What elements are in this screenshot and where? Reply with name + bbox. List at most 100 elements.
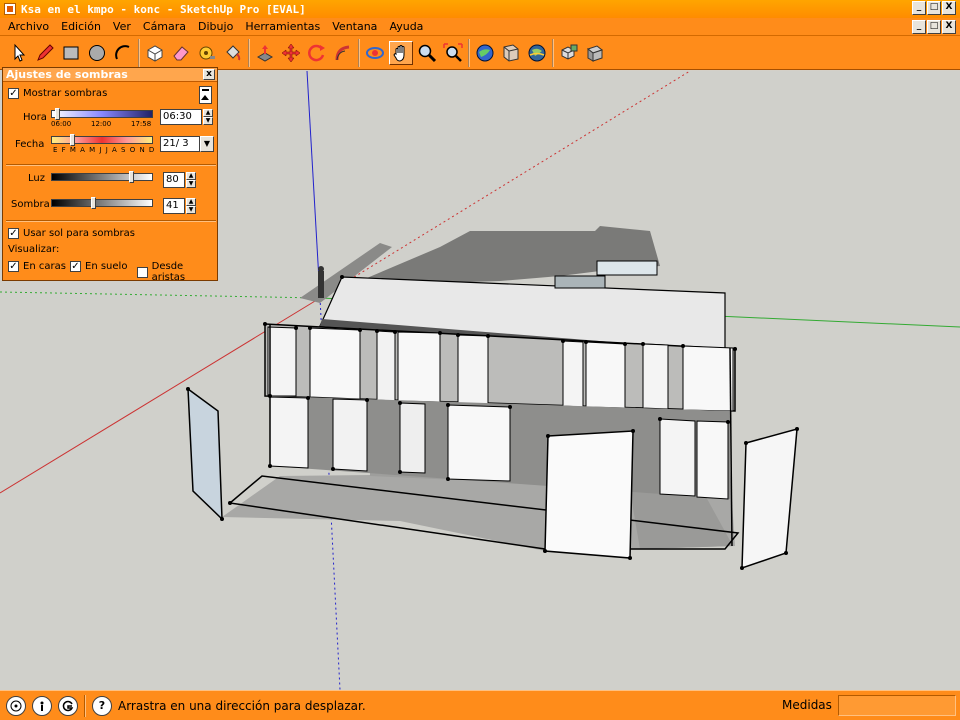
date-input[interactable]: 21/ 3 [160, 136, 200, 152]
zoom-extents-icon[interactable] [441, 41, 465, 65]
time-spinner[interactable]: ▲ ▼ [203, 109, 213, 125]
light-input[interactable]: 80 [163, 172, 185, 188]
time-slider-thumb[interactable] [54, 108, 60, 120]
light-slider-thumb[interactable] [128, 171, 134, 183]
display-label: Visualizar: [8, 244, 60, 255]
date-month-ticks: E F M A M J J A S O N D [53, 146, 156, 154]
select-icon[interactable] [7, 41, 31, 65]
share-model-icon[interactable] [499, 41, 523, 65]
date-label: Fecha [15, 139, 45, 150]
on-ground-checkbox[interactable]: ✓ [70, 261, 81, 272]
on-ground-row: ✓ En suelo [70, 261, 127, 272]
minimize-button[interactable]: _ [912, 1, 926, 15]
measurements-input[interactable] [838, 695, 956, 716]
move-icon[interactable] [279, 41, 303, 65]
statusbar-separator [84, 694, 86, 717]
components-icon[interactable] [557, 41, 581, 65]
menu-ver[interactable]: Ver [107, 20, 137, 33]
use-sun-row: ✓ Usar sol para sombras [8, 228, 135, 239]
dialog-close-button[interactable]: x [203, 69, 215, 80]
eraser-icon[interactable] [169, 41, 193, 65]
push-pull-icon[interactable] [253, 41, 277, 65]
doc-close-button[interactable]: X [942, 20, 956, 34]
get-models-icon[interactable] [473, 41, 497, 65]
circle-icon[interactable] [85, 41, 109, 65]
from-edges-checkbox[interactable] [137, 266, 148, 278]
doc-minimize-button[interactable]: _ [912, 20, 926, 34]
dialog-title: Ajustes de sombras [6, 68, 128, 81]
time-label: Hora [23, 112, 47, 123]
time-slider-track[interactable] [51, 110, 153, 118]
pan-icon[interactable] [389, 40, 413, 65]
google-earth-icon[interactable] [525, 41, 549, 65]
help-icon[interactable]: ? [92, 695, 112, 716]
show-shadows-checkbox[interactable]: ✓ [8, 88, 19, 99]
menu-ventana[interactable]: Ventana [326, 20, 383, 33]
shadow-spinner[interactable]: ▲ ▼ [186, 198, 196, 214]
time-tick-start: 06:00 [51, 120, 72, 128]
on-faces-checkbox[interactable]: ✓ [8, 261, 19, 272]
light-slider-track[interactable] [51, 173, 153, 181]
expand-toggle-button[interactable] [199, 86, 212, 104]
use-sun-checkbox[interactable]: ✓ [8, 228, 19, 239]
doc-restore-button[interactable]: □ [927, 20, 941, 34]
menu-ayuda[interactable]: Ayuda [383, 20, 429, 33]
dialog-title-bar[interactable]: Ajustes de sombras x [3, 68, 217, 82]
time-input-group: 06:30 ▲ ▼ [160, 109, 213, 125]
menu-herramientas[interactable]: Herramientas [239, 20, 326, 33]
pencil-icon[interactable] [33, 41, 57, 65]
orbit-icon[interactable] [363, 41, 387, 65]
sketchup-app-icon [4, 3, 16, 15]
light-label: Luz [28, 173, 45, 184]
on-faces-label: En caras [23, 261, 66, 272]
editing-tools-group [138, 38, 248, 67]
status-bar: ? Arrastra en una dirección para desplaz… [0, 690, 960, 720]
follow-me-icon[interactable] [331, 41, 355, 65]
time-tick-end: 17:58 [131, 120, 152, 128]
date-dropdown-button[interactable]: ▼ [200, 136, 214, 152]
measurements-label: Medidas [782, 698, 832, 712]
shadow-input-group: 41 ▲ ▼ [163, 198, 196, 214]
title-bar: Ksa en el kmpo - konc - SketchUp Pro [EV… [0, 0, 960, 18]
geolocation-icon[interactable] [6, 695, 26, 716]
shadow-input[interactable]: 41 [163, 198, 185, 214]
shadow-slider-thumb[interactable] [90, 197, 96, 209]
from-edges-row: Desde aristas [137, 261, 217, 283]
make-component-icon[interactable] [143, 41, 167, 65]
document-window-controls: _ □ X [912, 20, 956, 34]
light-spinner[interactable]: ▲ ▼ [186, 172, 196, 188]
menu-archivo[interactable]: Archivo [2, 20, 55, 33]
window-controls: _ □ X [912, 1, 956, 15]
arc-icon[interactable] [111, 41, 135, 65]
time-input[interactable]: 06:30 [160, 109, 202, 125]
menu-camara[interactable]: Cámara [137, 20, 192, 33]
shadow-label: Sombra [11, 199, 50, 210]
date-input-group: 21/ 3 ▼ [160, 136, 214, 152]
on-ground-label: En suelo [85, 261, 128, 272]
materials-icon[interactable] [583, 41, 607, 65]
shadow-slider-track[interactable] [51, 199, 153, 207]
menu-dibujo[interactable]: Dibujo [192, 20, 239, 33]
date-slider-track[interactable] [51, 136, 153, 144]
on-faces-row: ✓ En caras [8, 261, 66, 272]
maximize-button[interactable]: □ [927, 1, 941, 15]
paint-bucket-icon[interactable] [221, 41, 245, 65]
rectangle-icon[interactable] [59, 41, 83, 65]
tape-measure-icon[interactable] [195, 41, 219, 65]
drawing-tools-group [4, 39, 138, 67]
menu-bar: Archivo Edición Ver Cámara Dibujo Herram… [0, 18, 960, 36]
credits-icon[interactable] [32, 695, 52, 716]
modify-tools-group [248, 38, 358, 67]
google-icon[interactable] [58, 695, 78, 716]
close-button[interactable]: X [942, 1, 956, 15]
menu-edicion[interactable]: Edición [55, 20, 107, 33]
separator-1 [6, 164, 216, 166]
browser-tools-group [552, 38, 610, 67]
blue-axis [306, 71, 321, 299]
window-title: Ksa en el kmpo - konc - SketchUp Pro [EV… [21, 2, 306, 16]
zoom-icon[interactable] [415, 41, 439, 65]
date-slider-thumb[interactable] [70, 134, 76, 146]
rotate-icon[interactable] [305, 41, 329, 65]
main-toolbar [0, 36, 960, 70]
separator-2 [6, 220, 216, 222]
